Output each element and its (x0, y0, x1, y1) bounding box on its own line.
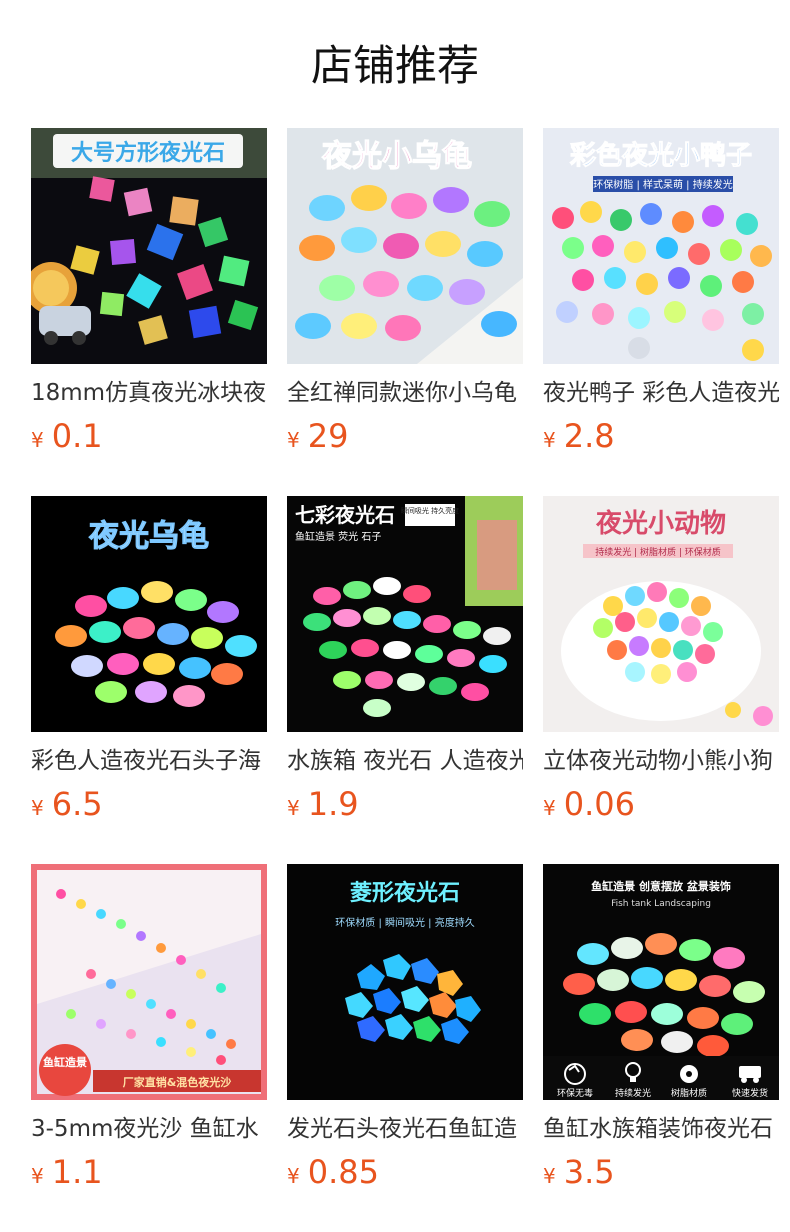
product-image[interactable]: 彩色夜光小鸭子 环保树脂 | 样式呆萌 | 持续发光 (543, 128, 779, 364)
product-title[interactable]: 3-5mm夜光沙 鱼缸水 (31, 1112, 267, 1146)
image-caption: 夜光乌龟 (88, 519, 209, 554)
product-image[interactable]: 夜光小乌龟 (287, 128, 523, 364)
price-amount: 0.06 (563, 785, 635, 823)
product-image[interactable]: 七彩夜光石 瞬间吸光 持久亮度 鱼缸造景 荧光 石子 (287, 496, 523, 732)
currency-symbol: ¥ (543, 1164, 556, 1188)
feature-label: 持续发光 (615, 1087, 651, 1099)
feature-label: 树脂材质 (671, 1087, 707, 1099)
product-image[interactable]: 鱼缸造景 创意摆放 盆景装饰 Fish tank Landscaping 环保无… (543, 864, 779, 1100)
image-caption: 大号方形夜光石 (71, 140, 225, 166)
product-title[interactable]: 立体夜光动物小熊小狗 (543, 744, 779, 778)
product-card[interactable]: 大号方形夜光石 18mm仿真夜光冰块夜 ¥ 0.1 (31, 128, 267, 496)
product-price: ¥0.06 (543, 782, 635, 826)
product-title[interactable]: 夜光鸭子 彩色人造夜光 (543, 376, 779, 410)
product-price: ¥0.1 (31, 414, 103, 458)
currency-symbol: ¥ (31, 1164, 44, 1188)
image-subcaption: Fish tank Landscaping (611, 899, 711, 909)
image-subcaption: 环保材质 | 瞬间吸光 | 亮度持久 (335, 916, 474, 929)
currency-symbol: ¥ (287, 428, 300, 452)
product-card[interactable]: 七彩夜光石 瞬间吸光 持久亮度 鱼缸造景 荧光 石子 水族箱 夜光石 人造夜光 … (287, 496, 523, 864)
image-subcaption: 持续发光 | 树脂材质 | 环保材质 (595, 546, 721, 558)
product-price: ¥6.5 (31, 782, 103, 826)
price-amount: 0.85 (307, 1153, 379, 1191)
currency-symbol: ¥ (287, 1164, 300, 1188)
currency-symbol: ¥ (287, 796, 300, 820)
product-image[interactable]: 大号方形夜光石 (31, 128, 267, 364)
product-price: ¥2.8 (543, 414, 615, 458)
product-image[interactable]: 鱼缸造景 厂家直销&混色夜光沙 (31, 864, 267, 1100)
product-title[interactable]: 发光石头夜光石鱼缸造 (287, 1112, 523, 1146)
product-image[interactable]: 夜光乌龟 (31, 496, 267, 732)
image-caption: 彩色夜光小鸭子 (569, 140, 752, 171)
product-title[interactable]: 水族箱 夜光石 人造夜光 (287, 744, 523, 778)
product-image[interactable]: 夜光小动物 持续发光 | 树脂材质 | 环保材质 (543, 496, 779, 732)
product-price: ¥3.5 (543, 1150, 615, 1194)
price-amount: 29 (307, 417, 349, 455)
product-card[interactable]: 彩色夜光小鸭子 环保树脂 | 样式呆萌 | 持续发光 夜光鸭子 彩色人造夜光 ¥… (543, 128, 779, 496)
product-title[interactable]: 鱼缸水族箱装饰夜光石 (543, 1112, 779, 1146)
product-card[interactable]: 菱形夜光石 环保材质 | 瞬间吸光 | 亮度持久 发光石头夜光石鱼缸造 ¥ 0.… (287, 864, 523, 1232)
price-amount: 0.1 (51, 417, 103, 455)
image-subcaption: 厂家直销&混色夜光沙 (123, 1075, 232, 1089)
image-caption: 七彩夜光石 (295, 503, 395, 527)
product-grid: 大号方形夜光石 18mm仿真夜光冰块夜 ¥ 0.1 夜光小乌龟 全红禅同款迷你小… (31, 128, 790, 1232)
product-title[interactable]: 18mm仿真夜光冰块夜 (31, 376, 267, 410)
page-title: 店铺推荐 (310, 41, 479, 90)
image-subcaption: 鱼缸造景 荧光 石子 (295, 530, 381, 543)
price-amount: 1.9 (307, 785, 359, 823)
currency-symbol: ¥ (31, 796, 44, 820)
image-badge: 鱼缸造景 (43, 1055, 87, 1069)
image-caption: 菱形夜光石 (350, 880, 460, 906)
image-subcaption: 瞬间吸光 持久亮度 (401, 506, 459, 515)
radiation-icon (680, 1065, 698, 1083)
price-amount: 6.5 (51, 785, 103, 823)
image-caption: 夜光小乌龟 (321, 139, 472, 174)
image-caption: 夜光小动物 (595, 508, 726, 539)
price-amount: 3.5 (563, 1153, 615, 1191)
product-card[interactable]: 鱼缸造景 创意摆放 盆景装饰 Fish tank Landscaping 环保无… (543, 864, 779, 1232)
image-caption: 鱼缸造景 创意摆放 盆景装饰 (591, 879, 731, 893)
product-price: ¥1.9 (287, 782, 359, 826)
product-price: ¥0.85 (287, 1150, 379, 1194)
product-image[interactable]: 菱形夜光石 环保材质 | 瞬间吸光 | 亮度持久 (287, 864, 523, 1100)
product-card[interactable]: 鱼缸造景 厂家直销&混色夜光沙 3-5mm夜光沙 鱼缸水 ¥1.1 (31, 864, 267, 1232)
product-price: ¥1.1 (31, 1150, 103, 1194)
currency-symbol: ¥ (543, 796, 556, 820)
product-title[interactable]: 全红禅同款迷你小乌龟 (287, 376, 523, 410)
product-title[interactable]: 彩色人造夜光石头子海 (31, 744, 267, 778)
currency-symbol: ¥ (543, 428, 556, 452)
image-subcaption: 环保树脂 | 样式呆萌 | 持续发光 (593, 178, 732, 191)
product-card[interactable]: 夜光小动物 持续发光 | 树脂材质 | 环保材质 立体夜光动物小熊小狗 ¥ 0.… (543, 496, 779, 864)
feature-label: 快速发货 (732, 1087, 768, 1099)
price-amount: 2.8 (563, 417, 615, 455)
product-card[interactable]: 夜光乌龟 彩色人造夜光石头子海 ¥ 6.5 (31, 496, 267, 864)
feature-label: 环保无毒 (557, 1087, 593, 1099)
price-amount: 1.1 (51, 1153, 103, 1191)
currency-symbol: ¥ (31, 428, 44, 452)
product-card[interactable]: 夜光小乌龟 全红禅同款迷你小乌龟 ¥ 29 (287, 128, 523, 496)
product-price: ¥29 (287, 414, 348, 458)
